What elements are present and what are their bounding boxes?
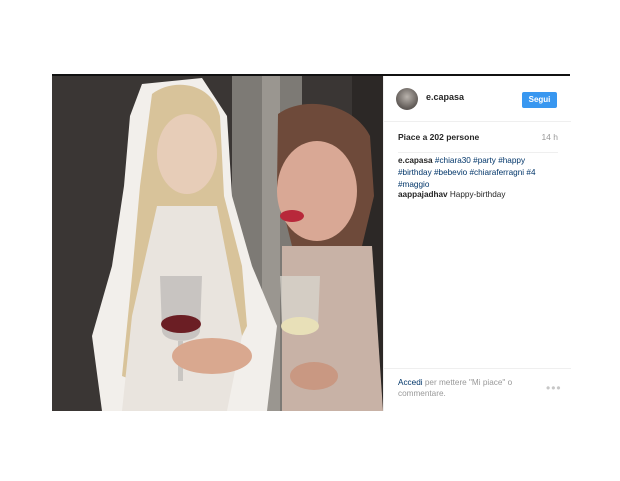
likes-row: Piace a 202 persone 14 h (398, 130, 558, 153)
post-photo[interactable] (52, 76, 383, 411)
timestamp[interactable]: 14 h (541, 132, 558, 142)
hashtag[interactable]: #bebevio (434, 168, 467, 177)
caption: e.capasa #chiara30 #party #happy #birthd… (398, 155, 558, 191)
follow-button[interactable]: Segui (522, 92, 557, 108)
username[interactable]: e.capasa (426, 92, 464, 102)
login-prompt: Accedi per mettere "Mi piace" o commenta… (398, 377, 528, 399)
hashtag[interactable]: #chiaraferragni (469, 168, 524, 177)
caption-username[interactable]: e.capasa (398, 156, 433, 165)
hashtag[interactable]: #chiara30 (435, 156, 471, 165)
hashtag[interactable]: #party (473, 156, 496, 165)
instagram-post-embed: e.capasa Segui Piace a 202 persone 14 h … (52, 74, 571, 411)
post-sidebar: e.capasa Segui Piace a 202 persone 14 h … (383, 76, 571, 411)
avatar[interactable] (396, 88, 418, 110)
login-link[interactable]: Accedi (398, 378, 423, 387)
post-photo-illustration (52, 76, 383, 411)
post-footer: Accedi per mettere "Mi piace" o commenta… (384, 368, 571, 411)
comment-username[interactable]: aappajadhav (398, 190, 448, 199)
hashtag[interactable]: #birthday (398, 168, 432, 177)
more-options-icon[interactable]: ••• (546, 381, 562, 395)
comment: aappajadhav Happy-birthday (398, 189, 558, 201)
likes-count[interactable]: Piace a 202 persone (398, 132, 479, 142)
post-header: e.capasa Segui (384, 76, 571, 122)
hashtag[interactable]: #maggio (398, 180, 429, 189)
hashtag[interactable]: #happy (498, 156, 525, 165)
comment-text: Happy-birthday (449, 190, 506, 199)
hashtag[interactable]: #4 (526, 168, 535, 177)
